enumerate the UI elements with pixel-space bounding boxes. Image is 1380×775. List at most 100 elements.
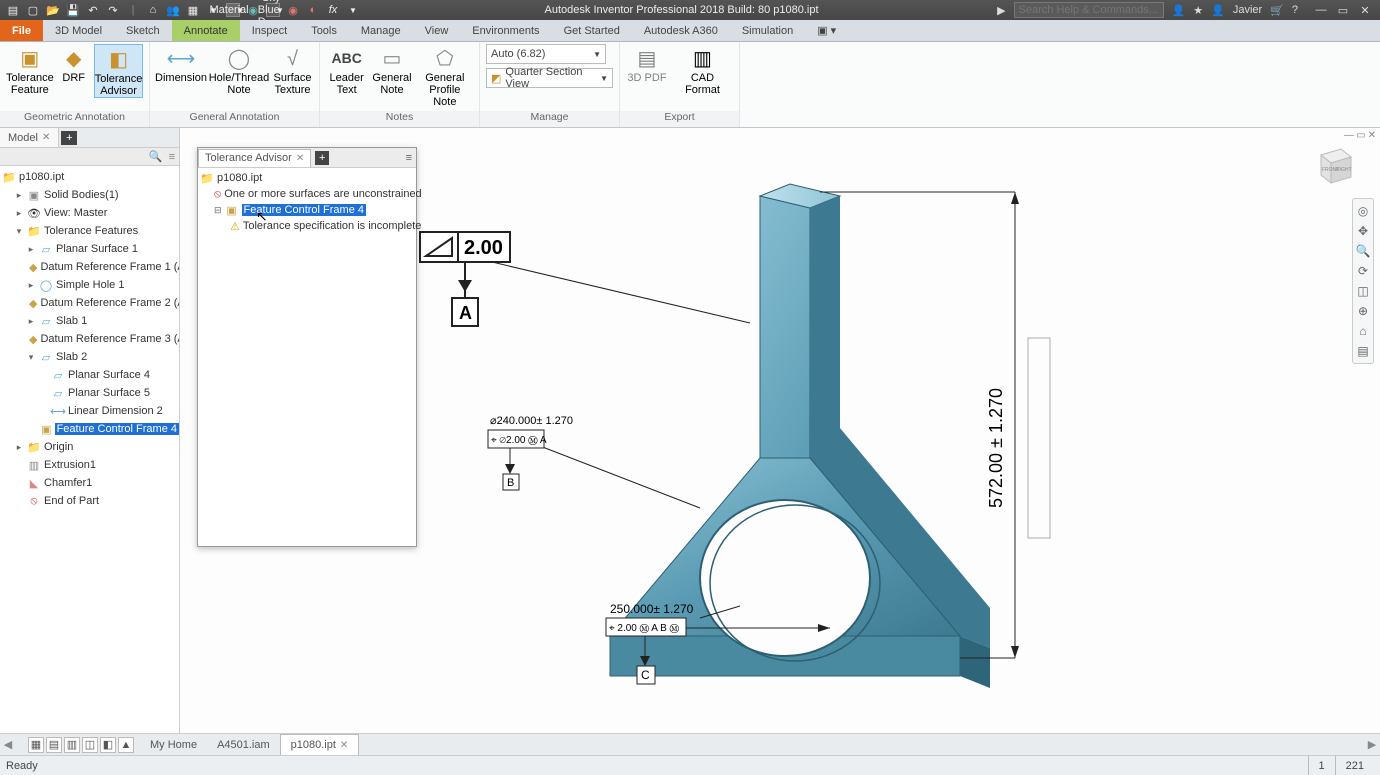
close-button[interactable]: ✕: [1356, 4, 1374, 17]
tolerance-feature-button[interactable]: ▣Tolerance Feature: [6, 44, 54, 96]
fx-icon[interactable]: fx: [326, 3, 340, 17]
appearance-picker-icon[interactable]: ◉: [286, 3, 300, 17]
tab-overflow[interactable]: ▣ ▾: [805, 20, 848, 41]
favorite-icon[interactable]: ★: [1193, 4, 1203, 17]
material-combo[interactable]: Material▼: [226, 3, 240, 17]
3dpdf-button[interactable]: ▤3D PDF: [626, 44, 668, 84]
play-icon[interactable]: ▶: [997, 4, 1005, 17]
signin-icon[interactable]: 👤: [1172, 4, 1186, 17]
tree-root[interactable]: 📁p1080.ipt: [0, 168, 179, 186]
tree-slab-1[interactable]: ▸▱Slab 1: [0, 312, 179, 330]
advisor-tree[interactable]: 📁p1080.ipt ⦸One or more surfaces are unc…: [198, 168, 416, 546]
general-profile-note-button[interactable]: ⬠General Profile Note: [417, 44, 473, 108]
browser-tab-model[interactable]: Model✕: [0, 128, 59, 147]
view-layout-2-icon[interactable]: ▤: [46, 737, 62, 753]
view-layout-up-icon[interactable]: ▲: [118, 737, 134, 753]
tree-extrusion1[interactable]: ▥Extrusion1: [0, 456, 179, 474]
pan-icon[interactable]: ✥: [1355, 223, 1371, 239]
search-icon[interactable]: 🔍: [149, 150, 163, 163]
tab-environments[interactable]: Environments: [460, 20, 551, 41]
settings-icon[interactable]: ▤: [1355, 343, 1371, 359]
tree-linear-dimension-2[interactable]: ⟷Linear Dimension 2: [0, 402, 179, 420]
tree-slab-2[interactable]: ▾▱Slab 2: [0, 348, 179, 366]
home-icon[interactable]: ⌂: [146, 3, 160, 17]
tree-planar-surface-4[interactable]: ▱Planar Surface 4: [0, 366, 179, 384]
tab-view[interactable]: View: [413, 20, 461, 41]
tab-getstarted[interactable]: Get Started: [552, 20, 632, 41]
fullnav-icon[interactable]: ⊕: [1355, 303, 1371, 319]
tab-manage[interactable]: Manage: [349, 20, 413, 41]
tree-planar-surface-1[interactable]: ▸▱Planar Surface 1: [0, 240, 179, 258]
close-icon[interactable]: ✕: [340, 740, 348, 751]
team-icon[interactable]: 👥: [166, 3, 180, 17]
surface-texture-button[interactable]: √Surface Texture: [272, 44, 313, 96]
doc-minimize-icon[interactable]: —: [1344, 130, 1354, 141]
tolerance-advisor-panel[interactable]: Tolerance Advisor✕ + ≡ 📁p1080.ipt ⦸One o…: [197, 147, 417, 547]
home-view-icon[interactable]: ⌂: [1355, 323, 1371, 339]
help-icon[interactable]: ?: [1292, 4, 1298, 16]
doctab-myhome[interactable]: My Home: [140, 734, 207, 755]
dim-height-fcf-badge[interactable]: [1028, 338, 1050, 538]
advisor-root[interactable]: 📁p1080.ipt: [200, 170, 414, 186]
leader-text-button[interactable]: ABCLeader Text: [326, 44, 367, 96]
flatness-callout[interactable]: 2.00 A: [420, 232, 750, 326]
maximize-button[interactable]: ▭: [1334, 4, 1352, 17]
advisor-add-tab[interactable]: +: [315, 151, 329, 165]
doc-close-icon[interactable]: ✕: [1368, 130, 1376, 141]
tree-origin[interactable]: ▸📁Origin: [0, 438, 179, 456]
tab-file[interactable]: File: [0, 20, 43, 41]
redo-icon[interactable]: ↷: [106, 3, 120, 17]
browser-add-tab[interactable]: +: [61, 131, 77, 145]
advisor-menu-icon[interactable]: ≡: [402, 152, 416, 164]
save-icon[interactable]: 💾: [66, 3, 80, 17]
tree-fcf-4[interactable]: ▣Feature Control Frame 4: [0, 420, 179, 438]
zoom-icon[interactable]: 🔍: [1355, 243, 1371, 259]
annotation-scale-combo[interactable]: Auto (6.82)▼: [486, 44, 606, 64]
tab-simulation[interactable]: Simulation: [730, 20, 805, 41]
tree-drf-1[interactable]: ◆Datum Reference Frame 1 (A: [0, 258, 179, 276]
tab-tools[interactable]: Tools: [299, 20, 349, 41]
tolerance-advisor-button[interactable]: ◧Tolerance Advisor: [94, 44, 144, 98]
view-layout-1-icon[interactable]: ▦: [28, 737, 44, 753]
tree-simple-hole-1[interactable]: ▸◯Simple Hole 1: [0, 276, 179, 294]
dimension-button[interactable]: ⟷Dimension: [156, 44, 206, 84]
drf-button[interactable]: ◆DRF: [58, 44, 90, 84]
tree-solid-bodies[interactable]: ▸▣Solid Bodies(1): [0, 186, 179, 204]
advisor-fcf4[interactable]: ⊟▣Feature Control Frame 4: [200, 202, 414, 218]
doctab-a4501[interactable]: A4501.iam: [207, 734, 280, 755]
tab-inspect[interactable]: Inspect: [240, 20, 299, 41]
close-icon[interactable]: ✕: [42, 132, 50, 143]
advisor-incomplete-warning[interactable]: ⚠Tolerance specification is incomplete: [200, 218, 414, 234]
open-icon[interactable]: 📂: [46, 3, 60, 17]
close-icon[interactable]: ✕: [296, 153, 304, 164]
tree-end-of-part[interactable]: ⦸End of Part: [0, 492, 179, 510]
tree-view-master[interactable]: ▸👁View: Master: [0, 204, 179, 222]
tab-a360[interactable]: Autodesk A360: [632, 20, 730, 41]
scroll-left-icon[interactable]: ◀: [0, 738, 16, 751]
view-layout-3-icon[interactable]: ▥: [64, 737, 80, 753]
steering-wheel-icon[interactable]: ◎: [1355, 203, 1371, 219]
cart-icon[interactable]: 🛒: [1270, 4, 1284, 17]
viewcube[interactable]: FRONT RIGHT: [1311, 143, 1355, 187]
advisor-unconstrained-warning[interactable]: ⦸One or more surfaces are unconstrained: [200, 186, 414, 202]
appearance-combo[interactable]: *Sky Blue D▼: [266, 3, 280, 17]
tab-annotate[interactable]: Annotate: [172, 20, 240, 41]
model-tree[interactable]: 📁p1080.ipt ▸▣Solid Bodies(1) ▸👁View: Mas…: [0, 166, 179, 733]
chevron-down-icon[interactable]: ▼: [346, 3, 360, 17]
new-icon[interactable]: ▢: [26, 3, 40, 17]
quarter-section-view-button[interactable]: ◩Quarter Section View▼: [486, 68, 613, 88]
tree-planar-surface-5[interactable]: ▱Planar Surface 5: [0, 384, 179, 402]
tab-3dmodel[interactable]: 3D Model: [43, 20, 114, 41]
tree-drf-3[interactable]: ◆Datum Reference Frame 3 (A: [0, 330, 179, 348]
advisor-tab[interactable]: Tolerance Advisor✕: [198, 149, 311, 167]
hole-callout[interactable]: ⌀240.000± 1.270 ⌖ ⌀2.00 Ⓜ A B: [488, 415, 700, 508]
scroll-right-icon[interactable]: ▶: [1364, 738, 1380, 751]
user-avatar[interactable]: 👤: [1211, 4, 1225, 17]
app-icon[interactable]: ▤: [6, 3, 20, 17]
cad-format-button[interactable]: ▥CAD Format: [672, 44, 733, 96]
tree-chamfer1[interactable]: ◣Chamfer1: [0, 474, 179, 492]
tree-drf-2[interactable]: ◆Datum Reference Frame 2 (A: [0, 294, 179, 312]
orbit-icon[interactable]: ⟳: [1355, 263, 1371, 279]
menu-icon[interactable]: ≡: [169, 151, 175, 163]
doctab-p1080[interactable]: p1080.ipt✕: [280, 734, 360, 755]
